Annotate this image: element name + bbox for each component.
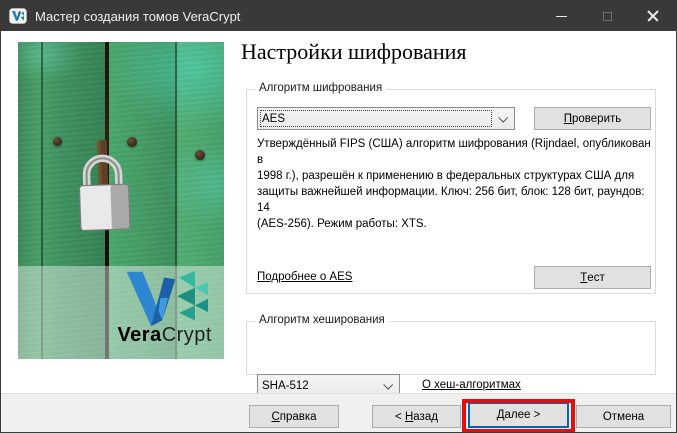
veracrypt-wizard-window: Мастер создания томов VeraCrypt — [0, 0, 677, 433]
description-line: 1998 г.), разрешён к применению в федера… — [257, 168, 653, 184]
close-button[interactable] — [630, 1, 676, 31]
bolt-head — [195, 150, 205, 160]
padlock-icon — [70, 139, 137, 233]
next-accel: Д — [497, 409, 505, 421]
description-line: защиты важнейшей информации. Ключ: 256 б… — [257, 184, 653, 216]
verify-button-label: роверить — [572, 113, 621, 125]
chevron-down-icon — [498, 113, 508, 123]
veracrypt-app-icon — [9, 7, 27, 25]
test-button-accel: Т — [580, 272, 587, 284]
test-button-label: ест — [587, 272, 604, 284]
test-button[interactable]: Тест — [534, 266, 651, 289]
back-button[interactable]: < Назад — [372, 405, 461, 428]
maximize-icon — [603, 12, 612, 21]
page-title: Настройки шифрования — [241, 39, 467, 65]
verify-button[interactable]: Проверить — [534, 107, 651, 130]
algorithm-description: Утверждённый FIPS (США) алгоритм шифрова… — [257, 136, 653, 232]
close-icon — [647, 10, 659, 22]
wordmark-bold: Vera — [117, 324, 161, 346]
wizard-content: VeraCrypt Настройки шифрования Алгоритм … — [1, 31, 676, 393]
next-label: алее > — [504, 409, 540, 421]
focus-rect — [260, 110, 492, 127]
footer-bar: Справка < Назад Далее > Отмена — [1, 393, 676, 432]
hash-algorithm-group: Алгоритм хеширования SHA-512 О хеш-алгор… — [246, 321, 656, 375]
logo-band: VeraCrypt — [18, 266, 224, 359]
minimize-icon — [556, 16, 567, 17]
back-accel: Н — [405, 411, 413, 423]
hash-group-label: Алгоритм хеширования — [255, 314, 389, 326]
help-accel: С — [271, 411, 279, 423]
sidebar-photo-green-door: VeraCrypt — [18, 42, 224, 359]
window-title: Мастер создания томов VeraCrypt — [35, 9, 240, 24]
chevron-down-icon — [383, 380, 393, 390]
description-line: (AES-256). Режим работы: XTS. — [257, 216, 653, 232]
minimize-button[interactable] — [538, 1, 584, 31]
titlebar: Мастер создания томов VeraCrypt — [1, 1, 676, 31]
next-button[interactable]: Далее > — [468, 402, 569, 428]
help-label: правка — [280, 411, 317, 423]
cancel-label: Отмена — [603, 411, 644, 423]
wordmark-rest: Crypt — [162, 324, 212, 346]
verify-button-accel: П — [564, 113, 572, 125]
veracrypt-logo — [118, 270, 214, 326]
hash-algorithm-value: SHA-512 — [262, 380, 309, 392]
about-hash-algorithms-link[interactable]: О хеш-алгоритмах — [422, 379, 521, 391]
back-label: азад — [413, 411, 438, 423]
back-pre: < — [395, 411, 405, 423]
more-about-aes-link[interactable]: Подробнее о AES — [257, 271, 352, 283]
help-button[interactable]: Справка — [249, 405, 339, 428]
encryption-algorithm-group: Алгоритм шифрования AES Проверить Утверж… — [246, 89, 656, 294]
description-line: Утверждённый FIPS (США) алгоритм шифрова… — [257, 136, 653, 168]
encryption-group-label: Алгоритм шифрования — [255, 82, 386, 94]
cancel-button[interactable]: Отмена — [576, 405, 671, 428]
veracrypt-wordmark: VeraCrypt — [117, 324, 214, 347]
encryption-algorithm-dropdown[interactable]: AES — [257, 107, 515, 130]
window-controls — [538, 1, 676, 31]
maximize-button — [584, 1, 630, 31]
